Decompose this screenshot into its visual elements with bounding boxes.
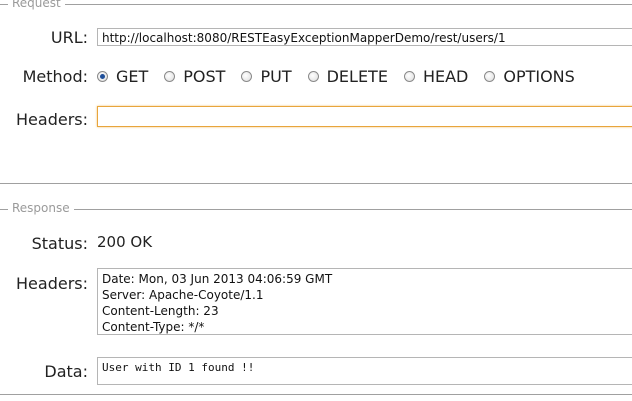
method-option-label: POST — [183, 67, 226, 86]
response-headers-textarea[interactable]: Date: Mon, 03 Jun 2013 04:06:59 GMT Serv… — [97, 268, 632, 335]
status-value: 200 OK — [97, 233, 153, 251]
method-option-get[interactable]: GET — [97, 67, 148, 86]
header-line: Content-Type: */* — [102, 320, 205, 334]
method-option-options[interactable]: OPTIONS — [484, 67, 575, 86]
radio-post[interactable] — [164, 71, 176, 82]
data-label: Data: — [44, 362, 88, 381]
url-label: URL: — [50, 28, 88, 47]
header-line: Server: Apache-Coyote/1.1 — [102, 288, 264, 302]
method-option-label: HEAD — [422, 67, 469, 86]
radio-get[interactable] — [97, 71, 108, 82]
response-headers-label: Headers: — [16, 274, 88, 293]
method-radio-group: GET POST PUT DELETE HEAD OPTIONS — [97, 67, 591, 86]
status-label: Status: — [31, 234, 88, 253]
method-option-put[interactable]: PUT — [241, 67, 292, 86]
data-value: User with ID 1 found !! — [102, 361, 255, 374]
response-data-textarea[interactable]: User with ID 1 found !! — [97, 357, 632, 385]
header-line: Content-Length: 23 — [102, 304, 219, 318]
method-label: Method: — [22, 67, 88, 86]
radio-head[interactable] — [403, 71, 415, 82]
response-legend: Response — [8, 201, 74, 215]
header-line: Date: Mon, 03 Jun 2013 04:06:59 GMT — [102, 272, 333, 286]
method-option-label: DELETE — [326, 67, 388, 86]
method-option-label: OPTIONS — [503, 67, 575, 86]
method-option-label: GET — [116, 67, 149, 86]
method-option-delete[interactable]: DELETE — [307, 67, 388, 86]
radio-delete[interactable] — [307, 71, 319, 82]
radio-options[interactable] — [484, 71, 496, 82]
method-option-label: PUT — [260, 67, 292, 86]
request-headers-input[interactable] — [97, 106, 632, 127]
radio-put[interactable] — [241, 71, 253, 82]
url-input[interactable]: http://localhost:8080/RESTEasyExceptionM… — [97, 28, 632, 46]
request-legend: Request — [8, 0, 65, 10]
request-headers-label: Headers: — [16, 110, 88, 129]
method-option-head[interactable]: HEAD — [403, 67, 469, 86]
method-option-post[interactable]: POST — [164, 67, 225, 86]
